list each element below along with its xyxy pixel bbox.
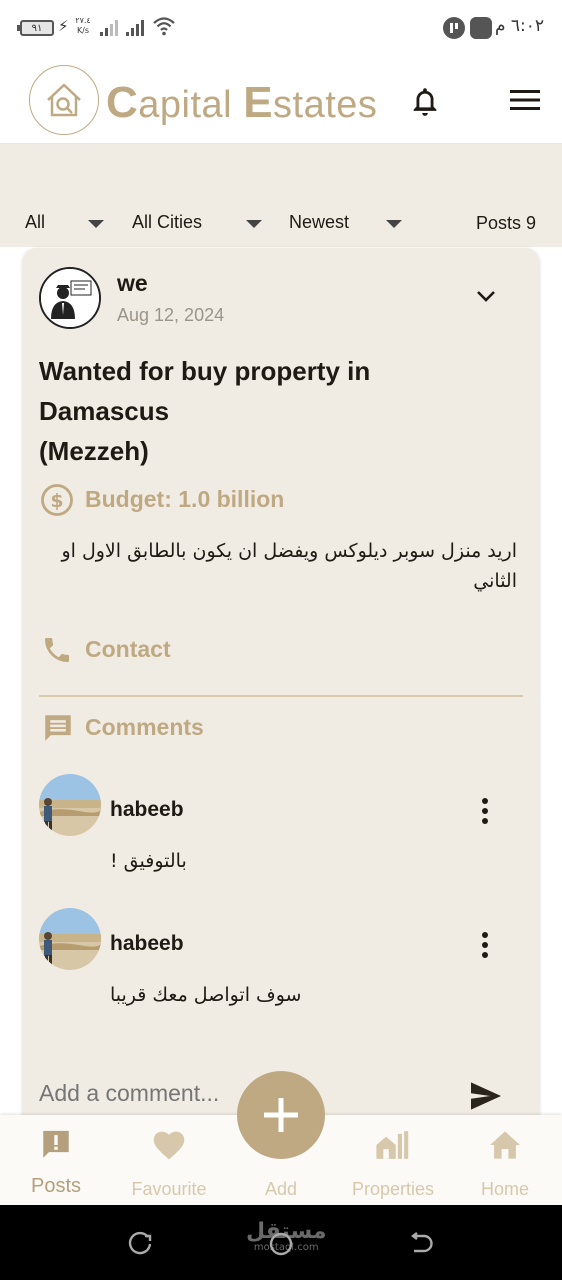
avatar[interactable]	[39, 774, 101, 836]
network-speed: ٢٧.٤ K/s	[75, 16, 91, 35]
comment-icon	[45, 715, 71, 741]
home-search-icon	[29, 65, 99, 135]
comment-author-name[interactable]: habeeb	[110, 932, 184, 956]
charging-icon: ⚡	[58, 18, 69, 35]
nav-item-home[interactable]: Home	[450, 1125, 560, 1200]
post-date: Aug 12, 2024	[117, 305, 225, 325]
heart-icon	[114, 1125, 224, 1165]
app-logo-text: Capital Estates	[106, 78, 378, 127]
post-card: we Aug 12, 2024 Wanted for buy property …	[23, 248, 539, 1148]
nav-item-posts[interactable]: Posts	[1, 1125, 111, 1200]
more-vertical-icon[interactable]	[479, 796, 491, 826]
chevron-down-icon[interactable]	[386, 220, 402, 228]
status-bar: ٩١ ⚡ ٢٧.٤ K/s ٦:٠٢ م	[0, 0, 562, 56]
phone-icon[interactable]	[41, 634, 73, 666]
divider	[39, 695, 523, 697]
app-notification-icon	[443, 17, 465, 39]
dollar-circle-icon: $	[41, 484, 73, 516]
hamburger-menu-icon[interactable]	[509, 88, 541, 112]
budget-text: Budget: 1.0 billion	[85, 486, 285, 512]
battery-level: ٩١	[31, 22, 43, 34]
system-navigation-bar: مستقل mostaql.com	[0, 1205, 562, 1280]
nav-item-properties[interactable]: Properties	[338, 1125, 448, 1200]
comment-author-name[interactable]: habeeb	[110, 798, 184, 822]
city-filter-dropdown[interactable]: All Cities	[132, 212, 202, 233]
sort-dropdown[interactable]: Newest	[289, 212, 349, 233]
recent-apps-icon[interactable]	[128, 1231, 154, 1257]
clock: ٦:٠٢ م	[494, 16, 544, 36]
chevron-down-icon[interactable]	[88, 220, 104, 228]
comment-text: بالتوفيق !	[110, 850, 187, 872]
more-vertical-icon[interactable]	[479, 930, 491, 960]
avatar[interactable]	[39, 908, 101, 970]
signal-icon	[100, 20, 118, 36]
wifi-icon	[153, 17, 175, 36]
chevron-down-icon[interactable]	[246, 220, 262, 228]
plus-icon	[264, 1098, 298, 1132]
posts-count: Posts 9	[475, 213, 536, 233]
contact-button[interactable]: Contact	[85, 636, 171, 663]
signal-icon	[126, 20, 144, 36]
comment-item: habeeb بالتوفيق !	[39, 774, 519, 904]
add-post-button[interactable]	[237, 1071, 325, 1159]
avatar[interactable]	[39, 267, 101, 329]
home-circle-icon[interactable]	[268, 1231, 294, 1257]
chevron-down-icon[interactable]	[475, 288, 497, 304]
buildings-icon	[338, 1125, 448, 1165]
post-author-name[interactable]: we	[117, 270, 148, 297]
nav-item-favourite[interactable]: Favourite	[114, 1125, 224, 1200]
app-header: Capital Estates	[0, 56, 562, 144]
app-notification-icon	[470, 17, 492, 39]
back-icon[interactable]	[408, 1231, 434, 1257]
bell-icon[interactable]	[408, 84, 442, 118]
home-icon	[450, 1125, 560, 1165]
post-title: Wanted for buy property in Damascus (Mez…	[39, 356, 371, 466]
filter-bar: All All Cities Newest Posts 9	[0, 144, 562, 247]
battery-icon: ٩١	[17, 20, 54, 36]
comment-item: habeeb سوف اتواصل معك قريبا	[39, 908, 519, 1038]
alert-box-icon	[1, 1125, 111, 1165]
post-description: اريد منزل سوبر ديلوكس ويفضل ان يكون بالط…	[61, 540, 517, 592]
comment-text: سوف اتواصل معك قريبا	[110, 984, 302, 1006]
send-icon[interactable]	[469, 1081, 503, 1111]
comments-heading: Comments	[85, 714, 204, 740]
type-filter-dropdown[interactable]: All	[25, 212, 45, 233]
svg-text:$: $	[50, 490, 63, 512]
